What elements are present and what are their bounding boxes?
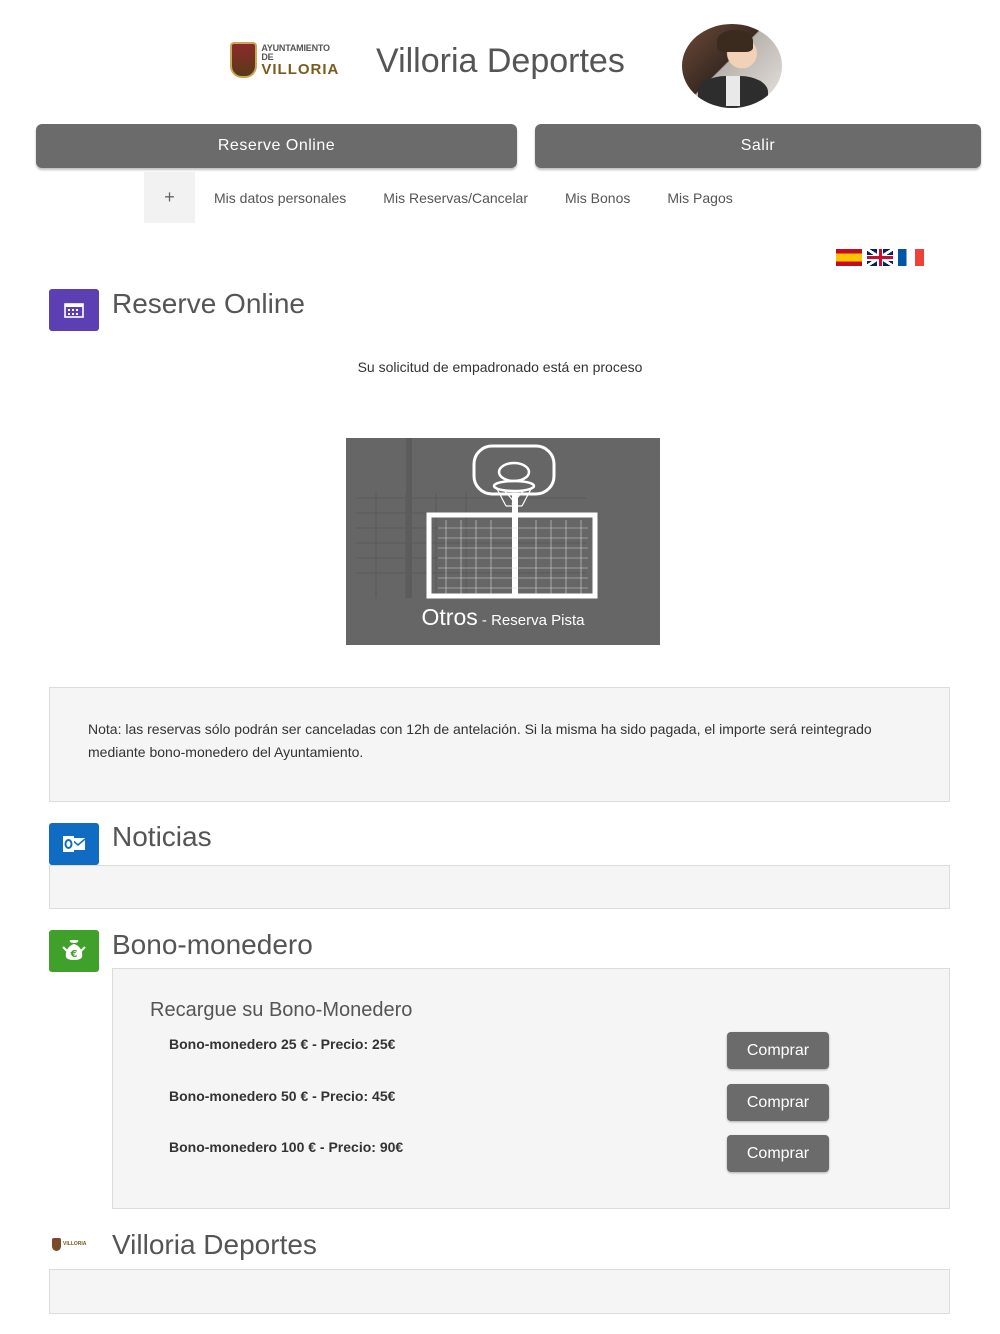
bono-item-50-label: Bono-monedero 50 € - Precio: 45€ <box>169 1088 396 1104</box>
uk-flag-icon[interactable] <box>867 249 893 266</box>
svg-text:€: € <box>70 949 78 960</box>
bono-item-100-label: Bono-monedero 100 € - Precio: 90€ <box>169 1139 404 1155</box>
france-flag-icon[interactable] <box>898 249 924 266</box>
outlook-icon <box>49 823 99 865</box>
crest-icon <box>52 1237 61 1251</box>
bono-panel: Recargue su Bono-Monedero Bono-monedero … <box>112 968 950 1209</box>
language-selector <box>836 249 924 266</box>
card-caption-main: Otros <box>421 604 478 630</box>
card-caption: Otros - Reserva Pista <box>346 604 660 631</box>
reserve-online-button[interactable]: Reserve Online <box>36 124 517 168</box>
site-title: Villoria Deportes <box>376 42 625 80</box>
footer-logo-text: VILLORIA <box>63 1240 87 1247</box>
cancellation-note: Nota: las reservas sólo podrán ser cance… <box>49 687 950 802</box>
logout-button[interactable]: Salir <box>535 124 981 168</box>
logo-line1: AYUNTAMIENTO DE <box>261 42 330 62</box>
buy-bono-25-button[interactable]: Comprar <box>727 1032 829 1069</box>
buy-bono-100-button[interactable]: Comprar <box>727 1135 829 1172</box>
card-caption-sub: - Reserva Pista <box>477 612 585 629</box>
reserva-pista-card[interactable]: Otros - Reserva Pista <box>346 438 660 645</box>
buy-bono-50-button[interactable]: Comprar <box>727 1084 829 1121</box>
bono-heading: Recargue su Bono-Monedero <box>150 999 413 1021</box>
nav-mis-pagos[interactable]: Mis Pagos <box>648 190 750 206</box>
footer-panel <box>49 1269 950 1314</box>
cancellation-note-text: Nota: las reservas sólo podrán ser cance… <box>88 721 872 760</box>
bono-monedero-title: Bono-monedero <box>112 929 313 960</box>
plus-icon[interactable]: + <box>144 172 195 223</box>
footer-logo: VILLORIA <box>52 1236 92 1252</box>
footer-title: Villoria Deportes <box>112 1229 317 1260</box>
news-title: Noticias <box>112 821 212 852</box>
nav-mis-datos-personales[interactable]: Mis datos personales <box>195 190 364 206</box>
reserve-online-title: Reserve Online <box>112 288 305 319</box>
user-avatar[interactable] <box>682 24 782 108</box>
user-subnav: + Mis datos personales Mis Reservas/Canc… <box>144 172 751 223</box>
nav-mis-reservas-cancelar[interactable]: Mis Reservas/Cancelar <box>364 190 546 206</box>
spain-flag-icon[interactable] <box>836 249 862 266</box>
news-panel <box>49 865 950 909</box>
registration-status-notice: Su solicitud de empadronado está en proc… <box>357 359 643 375</box>
calendar-icon <box>49 289 99 331</box>
money-bag-icon: € <box>49 930 99 972</box>
ayuntamiento-logo: AYUNTAMIENTO DE VILLORIA <box>230 40 342 80</box>
logo-line2: VILLORIA <box>261 60 340 78</box>
crest-icon <box>230 42 258 78</box>
nav-mis-bonos[interactable]: Mis Bonos <box>546 190 648 206</box>
bono-item-25-label: Bono-monedero 25 € - Precio: 25€ <box>169 1036 396 1052</box>
